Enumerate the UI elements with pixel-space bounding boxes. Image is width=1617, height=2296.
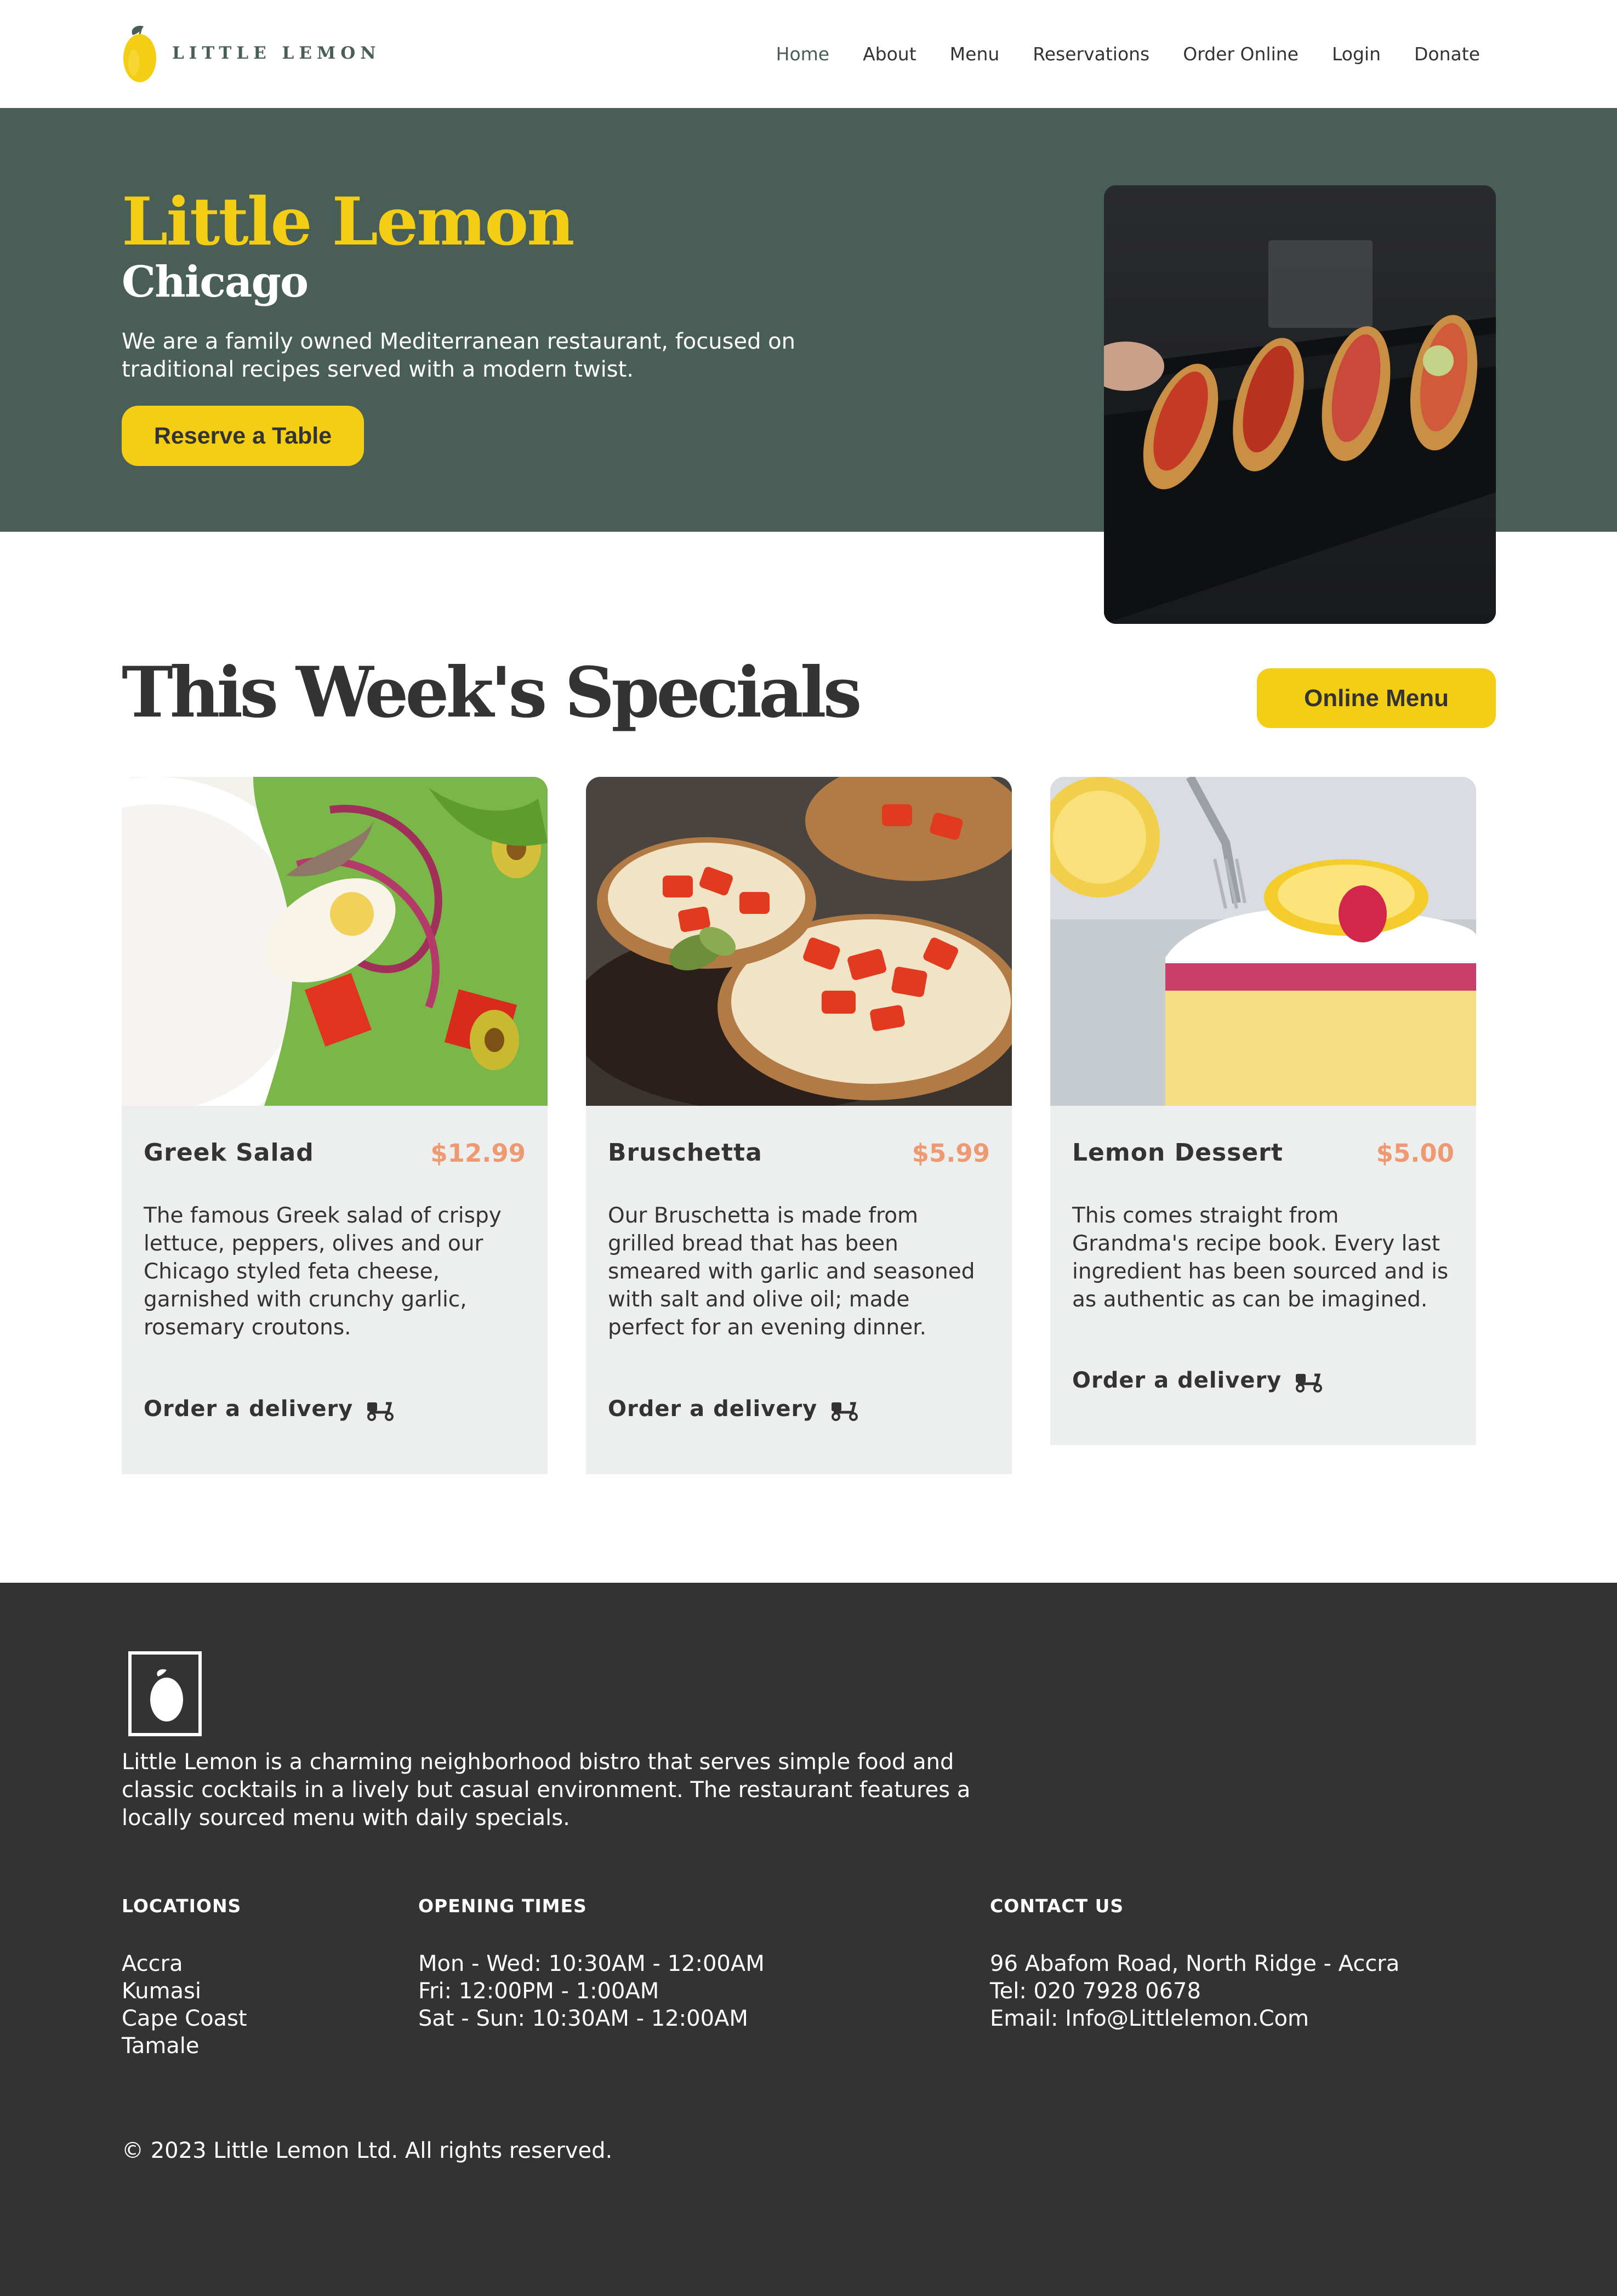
order-delivery-link[interactable]: Order a delivery	[1072, 1368, 1324, 1393]
opening-times-heading: OPENING TIMES	[418, 1895, 587, 1917]
opening-time-item: Sat - Sun: 10:30AM - 12:00AM	[418, 2006, 748, 2031]
card-description: Our Bruschetta is made from grilled brea…	[608, 1203, 975, 1340]
contact-address: 96 Abafom Road, North Ridge - Accra	[990, 1951, 1400, 1976]
lemon-dessert-image	[1050, 777, 1476, 1106]
card-description: The famous Greek salad of crispy lettuce…	[144, 1203, 502, 1340]
order-delivery-label: Order a delivery	[1072, 1368, 1282, 1393]
reserve-table-button[interactable]: Reserve a Table	[122, 406, 364, 466]
contact-heading: CONTACT US	[990, 1895, 1124, 1917]
nav-link-home[interactable]: Home	[776, 43, 829, 65]
order-delivery-link[interactable]: Order a delivery	[144, 1396, 396, 1422]
locations-heading: LOCATIONS	[122, 1895, 242, 1917]
delivery-scooter-icon	[1296, 1373, 1323, 1393]
hero-image	[1104, 185, 1496, 624]
nav-link-login[interactable]: Login	[1332, 43, 1381, 65]
nav-link-order-online[interactable]: Order Online	[1183, 43, 1299, 65]
order-delivery-label: Order a delivery	[608, 1396, 818, 1422]
card-price: $5.00	[1376, 1139, 1454, 1168]
special-card-greek-salad: Greek Salad $12.99 The famous Greek sala…	[122, 777, 548, 1474]
footer-logo-icon[interactable]	[128, 1651, 202, 1736]
card-title: Greek Salad	[144, 1139, 314, 1167]
online-menu-button[interactable]: Online Menu	[1257, 668, 1496, 728]
footer-about: Little Lemon is a charming neighborhood …	[122, 1749, 971, 1831]
brand-logo[interactable]: LITTLE LEMON	[122, 23, 381, 83]
specials-title: This Week's Specials	[122, 652, 862, 733]
delivery-scooter-icon	[832, 1402, 858, 1421]
contact-list: 96 Abafom Road, North Ridge - Accra Tel:…	[990, 1950, 1399, 2032]
card-title: Lemon Dessert	[1072, 1139, 1283, 1167]
special-card-lemon-dessert: Lemon Dessert $5.00 This comes straight …	[1050, 777, 1476, 1445]
nav-link-menu[interactable]: Menu	[950, 43, 1000, 65]
card-title: Bruschetta	[608, 1139, 762, 1167]
delivery-scooter-icon	[367, 1402, 394, 1421]
location-item: Kumasi	[122, 1979, 202, 2004]
special-card-bruschetta: Bruschetta $5.99 Our Bruschetta is made …	[586, 777, 1012, 1474]
bruschetta-image	[586, 777, 1012, 1106]
nav-link-reservations[interactable]: Reservations	[1033, 43, 1149, 65]
copyright-text: © 2023 Little Lemon Ltd. All rights rese…	[122, 2138, 613, 2163]
order-delivery-link[interactable]: Order a delivery	[608, 1396, 860, 1422]
opening-time-item: Mon - Wed: 10:30AM - 12:00AM	[418, 1951, 765, 1976]
opening-times-list: Mon - Wed: 10:30AM - 12:00AM Fri: 12:00P…	[418, 1950, 765, 2032]
hero-subtitle: Chicago	[122, 257, 309, 307]
card-price: $12.99	[430, 1139, 526, 1168]
location-item: Tamale	[122, 2033, 200, 2059]
contact-email[interactable]: Email: Info@Littlelemon.Com	[990, 2005, 1399, 2032]
card-description: This comes straight from Grandma's recip…	[1072, 1203, 1449, 1312]
hero-description: We are a family owned Mediterranean rest…	[122, 329, 796, 382]
nav-link-donate[interactable]: Donate	[1414, 43, 1480, 65]
location-item: Cape Coast	[122, 2006, 247, 2031]
hero-title: Little Lemon	[122, 183, 575, 260]
site-footer: Little Lemon is a charming neighborhood …	[0, 1583, 1617, 2296]
order-delivery-label: Order a delivery	[144, 1396, 354, 1422]
location-item: Accra	[122, 1951, 183, 1976]
contact-phone[interactable]: Tel: 020 7928 0678	[990, 1977, 1399, 2005]
top-nav: LITTLE LEMON Home About Menu Reservation…	[0, 0, 1617, 108]
card-price: $5.99	[912, 1139, 990, 1168]
greek-salad-image	[122, 777, 548, 1106]
locations-list: Accra Kumasi Cape Coast Tamale	[122, 1950, 247, 2060]
lemon-icon	[122, 23, 158, 83]
nav-links: Home About Menu Reservations Order Onlin…	[743, 0, 1480, 108]
brand-name: LITTLE LEMON	[172, 43, 381, 63]
nav-link-about[interactable]: About	[863, 43, 916, 65]
opening-time-item: Fri: 12:00PM - 1:00AM	[418, 1979, 659, 2004]
